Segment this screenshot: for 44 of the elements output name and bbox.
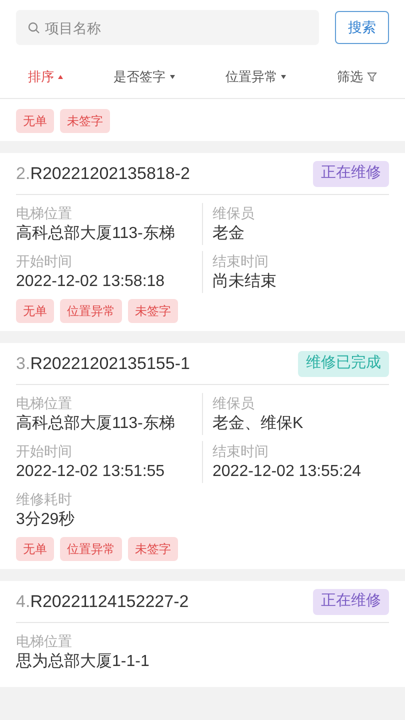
tag: 无单: [16, 299, 54, 323]
filter-tab[interactable]: 是否签字: [114, 66, 175, 86]
field-value: 老金: [212, 224, 246, 244]
field-label: 开始时间: [16, 442, 73, 461]
order-number: 3.R20221202135155-1: [16, 352, 190, 375]
field-label: 维保员: [212, 204, 256, 223]
filter-tab[interactable]: 位置异常: [225, 66, 286, 86]
search-button[interactable]: 搜索: [335, 11, 389, 44]
filter-tab[interactable]: 筛选: [336, 66, 377, 86]
field-value: 2022-12-02 13:55:24: [212, 462, 362, 482]
field-label: 维保员: [212, 394, 256, 413]
tag: 未签字: [128, 537, 178, 561]
tag: 位置异常: [60, 537, 122, 561]
field-label: 维修耗时: [16, 490, 73, 509]
order-number: 4.R20221124152227-2: [16, 590, 189, 613]
field-value: 3分29秒: [16, 510, 76, 530]
field-value: 高科总部大厦113-东梯: [16, 414, 176, 434]
field-value: 尚未结束: [212, 272, 278, 292]
field-label: 电梯位置: [16, 632, 73, 651]
caret-up-icon: [58, 74, 63, 78]
field-label: 结束时间: [212, 442, 270, 461]
funnel-icon: [366, 72, 377, 82]
status-badge: 维修已完成: [298, 350, 389, 376]
field-label: 电梯位置: [16, 204, 73, 223]
field-value: 思为总部大厦1-1-1: [16, 652, 150, 672]
status-badge: 正在维修: [313, 588, 389, 614]
tag: 无单: [16, 537, 54, 561]
caret-down-icon: [281, 74, 286, 78]
status-badge: 正在维修: [313, 160, 389, 186]
field-label: 电梯位置: [16, 394, 73, 413]
filter-tab[interactable]: 排序: [28, 66, 63, 86]
search-field[interactable]: 项目名称: [16, 10, 319, 45]
tag: 未签字: [60, 109, 110, 133]
field-value: 高科总部大厦113-东梯: [16, 224, 176, 244]
tag: 无单: [16, 109, 54, 133]
tag: 位置异常: [60, 299, 122, 323]
field-label: 开始时间: [16, 252, 73, 271]
caret-down-icon: [170, 74, 175, 78]
tag: 未签字: [128, 299, 178, 323]
order-number: 2.R20221202135818-2: [16, 162, 190, 185]
field-value: 2022-12-02 13:51:55: [16, 462, 166, 482]
field-label: 结束时间: [212, 252, 270, 271]
field-value: 老金、维保K: [212, 414, 304, 434]
field-value: 2022-12-02 13:58:18: [16, 272, 166, 292]
